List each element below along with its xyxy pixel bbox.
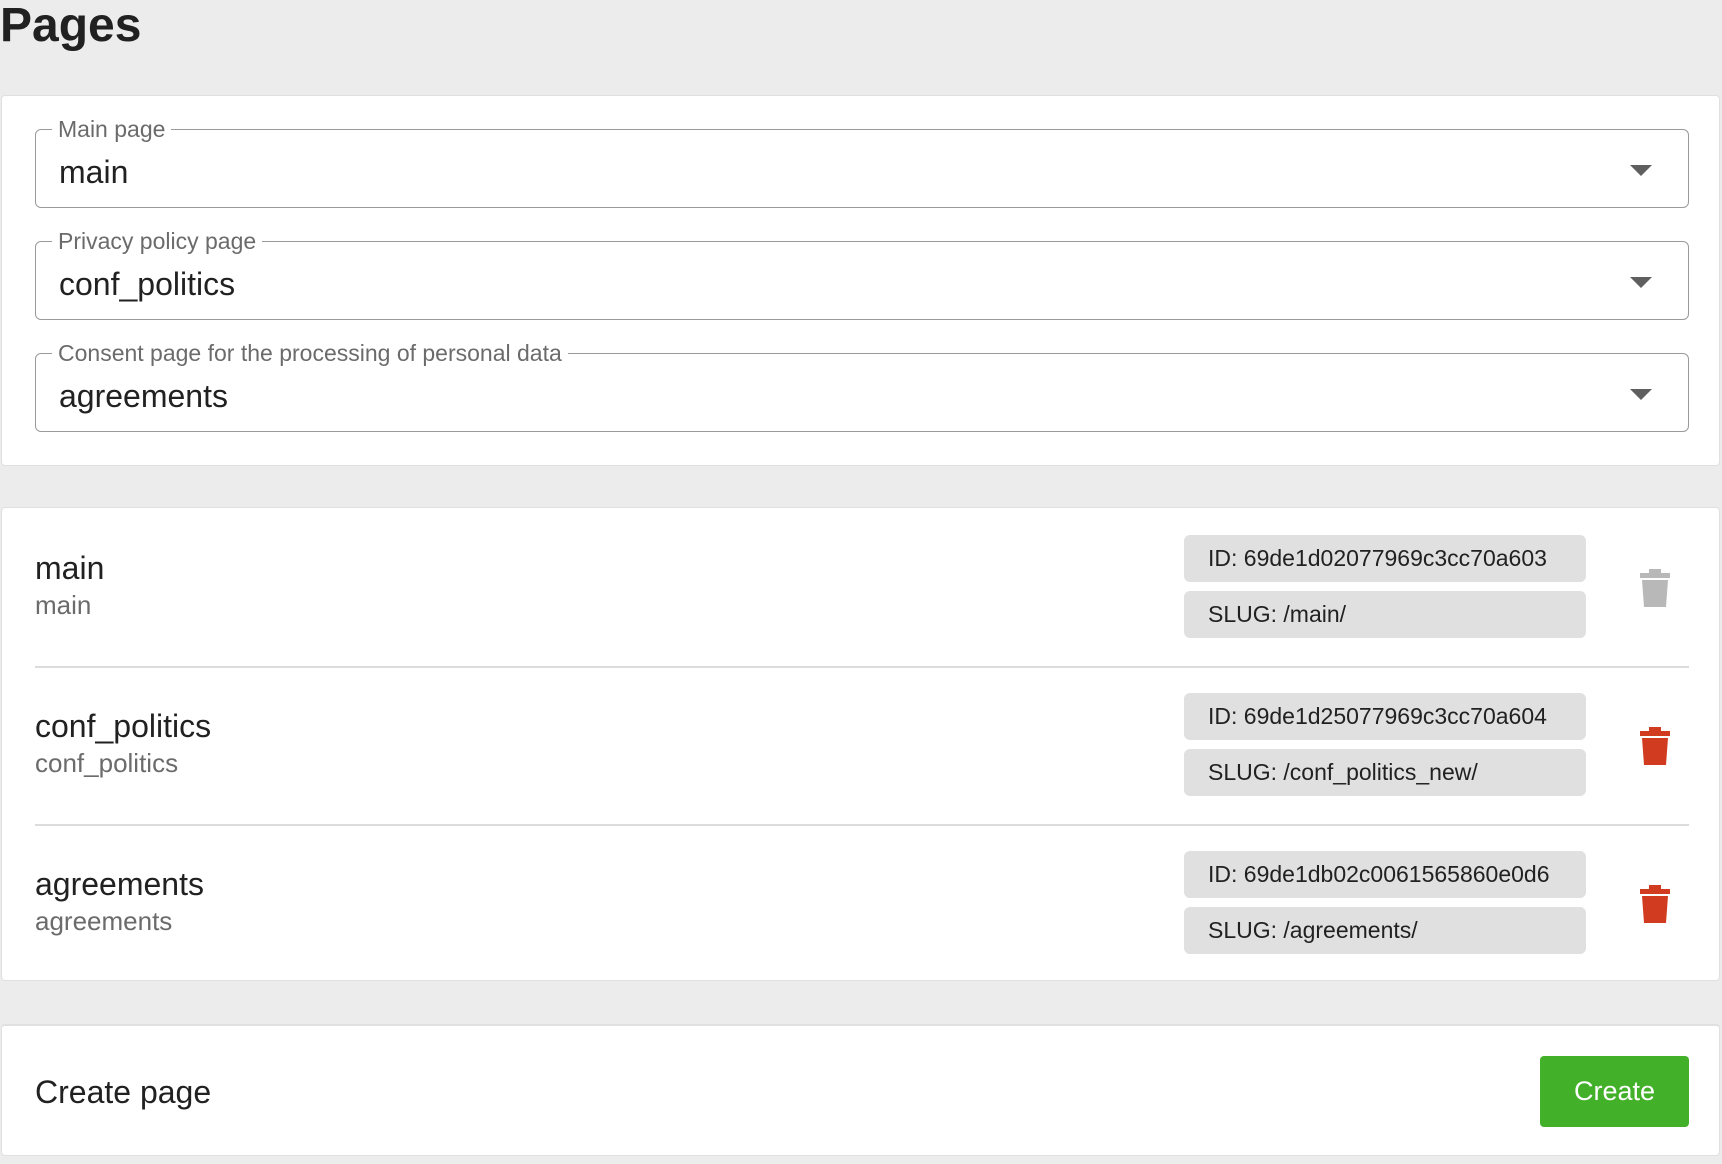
privacy-page-select[interactable]: Privacy policy page conf_politics [35,226,1689,320]
create-page-label: Create page [35,1074,212,1110]
caret-down-icon [1630,389,1652,400]
page-title-agreements: agreements [35,866,204,902]
create-button[interactable]: Create [1540,1056,1689,1127]
privacy-page-value: conf_politics [59,266,236,302]
page-row-agreements: agreements agreements ID: 69de1db02c0061… [35,824,1689,982]
trash-icon[interactable] [1640,727,1670,765]
page-title: Pages [0,0,142,52]
page-slug-badge: SLUG: /agreements/ [1184,907,1586,954]
page-id-badge: ID: 69de1db02c0061565860e0d6 [1184,851,1586,898]
page-row-main: main main ID: 69de1d02077969c3cc70a603 S… [35,508,1689,666]
privacy-page-label: Privacy policy page [52,226,263,256]
create-page-card: Create page Create [1,1024,1720,1156]
page-row-conf-politics: conf_politics conf_politics ID: 69de1d25… [35,666,1689,824]
page-subtitle-agreements: agreements [35,906,173,936]
page-title-conf-politics: conf_politics [35,708,212,744]
page-id-badge: ID: 69de1d02077969c3cc70a603 [1184,535,1586,582]
main-page-value: main [59,154,129,190]
page-slug-badge: SLUG: /main/ [1184,591,1586,638]
page-slug-badge: SLUG: /conf_politics_new/ [1184,749,1586,796]
trash-icon[interactable] [1640,885,1670,923]
caret-down-icon [1630,165,1652,176]
page-title-main: main [35,550,105,586]
page-subtitle-conf-politics: conf_politics [35,748,179,778]
consent-page-value: agreements [59,378,228,414]
pages-settings-card: Main page main Privacy policy page conf_… [1,95,1720,466]
caret-down-icon [1630,277,1652,288]
pages-list-card: main main ID: 69de1d02077969c3cc70a603 S… [1,507,1720,981]
main-page-select[interactable]: Main page main [35,114,1689,208]
page-subtitle-main: main [35,590,92,620]
page-id-badge: ID: 69de1d25077969c3cc70a604 [1184,693,1586,740]
main-page-label: Main page [52,114,172,144]
trash-icon[interactable] [1640,569,1670,607]
consent-page-select[interactable]: Consent page for the processing of perso… [35,338,1689,432]
consent-page-label: Consent page for the processing of perso… [52,338,568,368]
